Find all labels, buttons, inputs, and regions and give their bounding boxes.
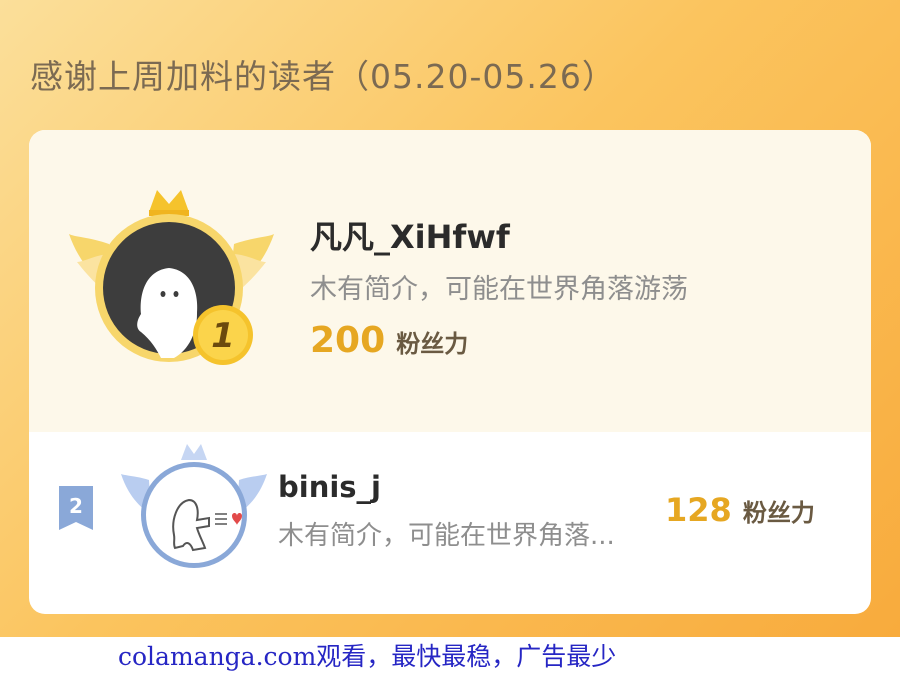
rank-2-username[interactable]: binis_j xyxy=(278,470,381,504)
rank-2-fans-value: 128 xyxy=(665,491,732,529)
rank-1-bio: 木有简介，可能在世界角落游荡 xyxy=(310,274,688,305)
ranking-card: 1 凡凡_XiHfwf 木有简介，可能在世界角落游荡 200 粉丝力 2 bin… xyxy=(29,130,871,614)
rank-1-fans: 200 粉丝力 xyxy=(310,320,468,361)
rank-2-number: 2 xyxy=(69,494,83,518)
rank-1-fans-unit: 粉丝力 xyxy=(396,330,469,358)
watermark-text: colamanga.com观看，最快最稳，广告最少 xyxy=(118,642,617,671)
rank-1-username[interactable]: 凡凡_XiHfwf xyxy=(310,212,510,258)
rank-2-fans: 128 粉丝力 xyxy=(665,491,815,529)
rank-ribbon-icon: 2 xyxy=(59,486,93,530)
rank-1-number: 1 xyxy=(211,316,235,356)
watermark-bar: colamanga.com观看，最快最稳，广告最少 xyxy=(0,637,900,699)
rank-1-fans-value: 200 xyxy=(310,320,386,361)
rank-2-bio: 木有简介，可能在世界角落... xyxy=(278,521,615,551)
rank-2-fans-unit: 粉丝力 xyxy=(742,499,815,527)
rank-2-avatar-frame[interactable] xyxy=(119,440,269,570)
page-title: 感谢上周加料的读者（05.20-05.26） xyxy=(30,57,616,96)
gold-medal-icon: 1 xyxy=(191,303,255,367)
